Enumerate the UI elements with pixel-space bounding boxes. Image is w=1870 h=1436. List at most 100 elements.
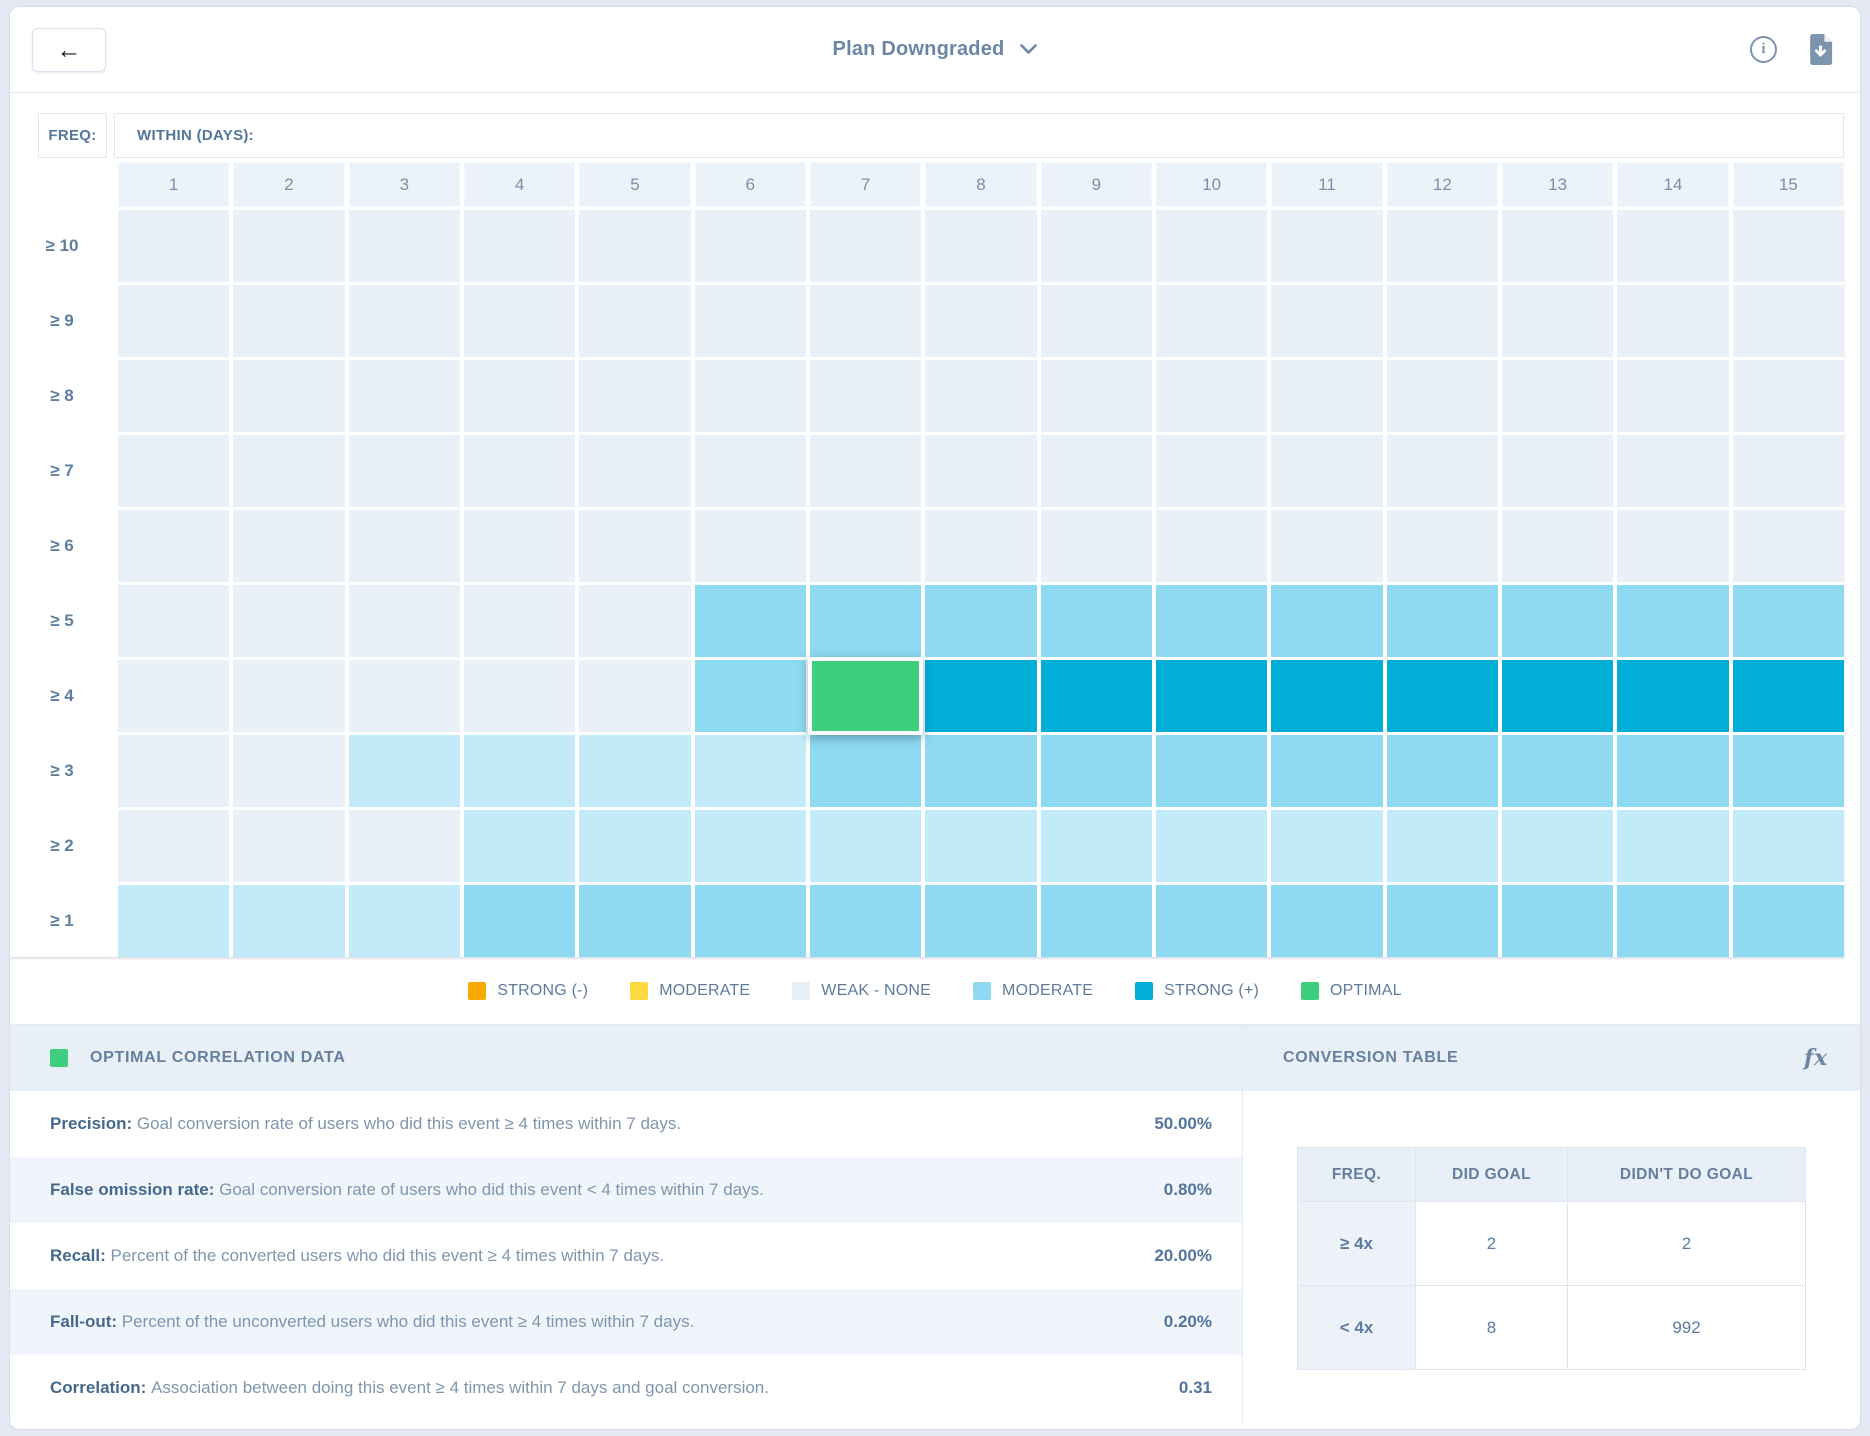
heatmap-cell-r9-c12[interactable] bbox=[1387, 285, 1498, 357]
heatmap-cell-r1-c11[interactable] bbox=[1271, 885, 1382, 957]
heatmap-cell-r4-c6[interactable] bbox=[695, 660, 806, 732]
heatmap-cell-r10-c3[interactable] bbox=[349, 210, 460, 282]
event-selector[interactable]: Plan Downgraded bbox=[833, 38, 1038, 61]
heatmap-cell-r4-c14[interactable] bbox=[1617, 660, 1728, 732]
heatmap-cell-r8-c12[interactable] bbox=[1387, 360, 1498, 432]
heatmap-cell-r6-c11[interactable] bbox=[1271, 510, 1382, 582]
heatmap-cell-r5-c1[interactable] bbox=[118, 585, 229, 657]
heatmap-cell-r9-c2[interactable] bbox=[233, 285, 344, 357]
heatmap-cell-r2-c6[interactable] bbox=[695, 810, 806, 882]
heatmap-cell-r9-c3[interactable] bbox=[349, 285, 460, 357]
heatmap-cell-r3-c8[interactable] bbox=[925, 735, 1036, 807]
heatmap-cell-r2-c15[interactable] bbox=[1733, 810, 1844, 882]
heatmap-cell-r3-c5[interactable] bbox=[579, 735, 690, 807]
heatmap-cell-r10-c6[interactable] bbox=[695, 210, 806, 282]
heatmap-cell-r5-c10[interactable] bbox=[1156, 585, 1267, 657]
heatmap-cell-r5-c14[interactable] bbox=[1617, 585, 1728, 657]
heatmap-cell-r10-c2[interactable] bbox=[233, 210, 344, 282]
heatmap-cell-r5-c4[interactable] bbox=[464, 585, 575, 657]
heatmap-cell-r10-c12[interactable] bbox=[1387, 210, 1498, 282]
heatmap-cell-r3-c4[interactable] bbox=[464, 735, 575, 807]
heatmap-cell-r10-c14[interactable] bbox=[1617, 210, 1728, 282]
heatmap-cell-r9-c6[interactable] bbox=[695, 285, 806, 357]
heatmap-cell-r9-c7[interactable] bbox=[810, 285, 921, 357]
heatmap-cell-r5-c6[interactable] bbox=[695, 585, 806, 657]
heatmap-cell-r5-c15[interactable] bbox=[1733, 585, 1844, 657]
heatmap-cell-r7-c5[interactable] bbox=[579, 435, 690, 507]
heatmap-cell-r6-c6[interactable] bbox=[695, 510, 806, 582]
heatmap-cell-r5-c12[interactable] bbox=[1387, 585, 1498, 657]
heatmap-cell-r10-c9[interactable] bbox=[1041, 210, 1152, 282]
heatmap-cell-r3-c7[interactable] bbox=[810, 735, 921, 807]
heatmap-cell-r6-c9[interactable] bbox=[1041, 510, 1152, 582]
heatmap-cell-r1-c7[interactable] bbox=[810, 885, 921, 957]
heatmap-cell-r5-c8[interactable] bbox=[925, 585, 1036, 657]
heatmap-cell-r9-c4[interactable] bbox=[464, 285, 575, 357]
heatmap-cell-r9-c15[interactable] bbox=[1733, 285, 1844, 357]
heatmap-cell-r2-c2[interactable] bbox=[233, 810, 344, 882]
heatmap-cell-r9-c14[interactable] bbox=[1617, 285, 1728, 357]
heatmap-cell-r8-c15[interactable] bbox=[1733, 360, 1844, 432]
heatmap-cell-r4-c11[interactable] bbox=[1271, 660, 1382, 732]
heatmap-cell-r3-c10[interactable] bbox=[1156, 735, 1267, 807]
heatmap-cell-r1-c15[interactable] bbox=[1733, 885, 1844, 957]
heatmap-cell-r5-c9[interactable] bbox=[1041, 585, 1152, 657]
heatmap-cell-r6-c7[interactable] bbox=[810, 510, 921, 582]
heatmap-cell-r2-c5[interactable] bbox=[579, 810, 690, 882]
heatmap-cell-r1-c6[interactable] bbox=[695, 885, 806, 957]
heatmap-cell-r4-c4[interactable] bbox=[464, 660, 575, 732]
heatmap-cell-r4-c13[interactable] bbox=[1502, 660, 1613, 732]
heatmap-cell-r2-c10[interactable] bbox=[1156, 810, 1267, 882]
heatmap-cell-r6-c5[interactable] bbox=[579, 510, 690, 582]
heatmap-cell-r7-c15[interactable] bbox=[1733, 435, 1844, 507]
heatmap-cell-r7-c2[interactable] bbox=[233, 435, 344, 507]
heatmap-cell-r8-c3[interactable] bbox=[349, 360, 460, 432]
heatmap-cell-r10-c1[interactable] bbox=[118, 210, 229, 282]
heatmap-cell-r3-c13[interactable] bbox=[1502, 735, 1613, 807]
heatmap-cell-r4-c1[interactable] bbox=[118, 660, 229, 732]
heatmap-cell-r7-c11[interactable] bbox=[1271, 435, 1382, 507]
heatmap-cell-r8-c6[interactable] bbox=[695, 360, 806, 432]
heatmap-cell-r4-c10[interactable] bbox=[1156, 660, 1267, 732]
heatmap-cell-r8-c8[interactable] bbox=[925, 360, 1036, 432]
heatmap-cell-r7-c14[interactable] bbox=[1617, 435, 1728, 507]
heatmap-cell-r8-c13[interactable] bbox=[1502, 360, 1613, 432]
heatmap-cell-r6-c15[interactable] bbox=[1733, 510, 1844, 582]
heatmap-cell-r9-c13[interactable] bbox=[1502, 285, 1613, 357]
heatmap-cell-r3-c11[interactable] bbox=[1271, 735, 1382, 807]
info-icon[interactable]: i bbox=[1750, 36, 1777, 63]
heatmap-cell-r2-c4[interactable] bbox=[464, 810, 575, 882]
heatmap-cell-r7-c10[interactable] bbox=[1156, 435, 1267, 507]
heatmap-cell-r2-c7[interactable] bbox=[810, 810, 921, 882]
heatmap-cell-r6-c2[interactable] bbox=[233, 510, 344, 582]
heatmap-cell-r6-c14[interactable] bbox=[1617, 510, 1728, 582]
heatmap-cell-r1-c8[interactable] bbox=[925, 885, 1036, 957]
heatmap-cell-r6-c10[interactable] bbox=[1156, 510, 1267, 582]
heatmap-cell-r7-c7[interactable] bbox=[810, 435, 921, 507]
heatmap-cell-r3-c12[interactable] bbox=[1387, 735, 1498, 807]
heatmap-cell-r4-c7[interactable] bbox=[810, 660, 921, 732]
heatmap-cell-r4-c5[interactable] bbox=[579, 660, 690, 732]
heatmap-cell-r1-c1[interactable] bbox=[118, 885, 229, 957]
heatmap-cell-r6-c12[interactable] bbox=[1387, 510, 1498, 582]
heatmap-cell-r6-c1[interactable] bbox=[118, 510, 229, 582]
heatmap-cell-r3-c1[interactable] bbox=[118, 735, 229, 807]
heatmap-cell-r2-c14[interactable] bbox=[1617, 810, 1728, 882]
heatmap-cell-r4-c8[interactable] bbox=[925, 660, 1036, 732]
heatmap-cell-r7-c4[interactable] bbox=[464, 435, 575, 507]
heatmap-cell-r10-c15[interactable] bbox=[1733, 210, 1844, 282]
heatmap-cell-r4-c9[interactable] bbox=[1041, 660, 1152, 732]
heatmap-cell-r1-c10[interactable] bbox=[1156, 885, 1267, 957]
heatmap-cell-r6-c13[interactable] bbox=[1502, 510, 1613, 582]
heatmap-cell-r1-c2[interactable] bbox=[233, 885, 344, 957]
heatmap-cell-r7-c6[interactable] bbox=[695, 435, 806, 507]
heatmap-cell-r5-c3[interactable] bbox=[349, 585, 460, 657]
heatmap-cell-r8-c1[interactable] bbox=[118, 360, 229, 432]
heatmap-cell-r1-c5[interactable] bbox=[579, 885, 690, 957]
heatmap-cell-r9-c11[interactable] bbox=[1271, 285, 1382, 357]
optimal-cell[interactable] bbox=[808, 657, 923, 735]
heatmap-cell-r3-c3[interactable] bbox=[349, 735, 460, 807]
formula-fx-icon[interactable]: fx bbox=[1804, 1045, 1828, 1071]
heatmap-cell-r10-c4[interactable] bbox=[464, 210, 575, 282]
heatmap-cell-r5-c5[interactable] bbox=[579, 585, 690, 657]
